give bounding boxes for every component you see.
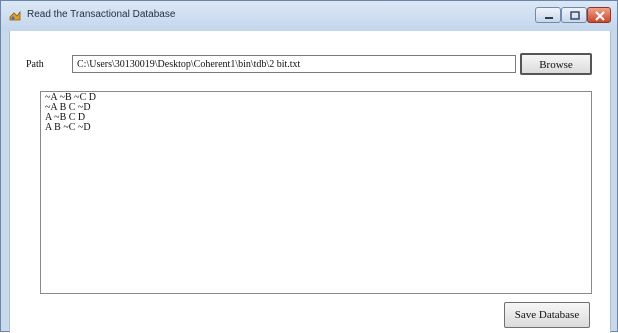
maximize-button[interactable] xyxy=(561,7,587,23)
path-label: Path xyxy=(26,59,44,70)
maximize-icon xyxy=(570,11,580,20)
app-window: Read the Transactional Database Path Bro… xyxy=(0,0,618,333)
data-line: A ~B C D xyxy=(45,112,86,123)
close-button[interactable] xyxy=(587,7,611,23)
close-icon xyxy=(595,11,605,21)
path-input[interactable] xyxy=(72,55,516,73)
form-client-area: Path Browse ~A ~B ~C D ~A B C ~D A ~B C … xyxy=(9,31,611,333)
app-icon xyxy=(9,9,21,21)
browse-button[interactable]: Browse xyxy=(520,53,592,75)
data-line: A B ~C ~D xyxy=(45,122,91,133)
data-line: ~A B C ~D xyxy=(45,102,91,113)
data-line: ~A ~B ~C D xyxy=(45,92,96,103)
transaction-data-textarea[interactable]: ~A ~B ~C D ~A B C ~D A ~B C D A B ~C ~D xyxy=(40,91,592,294)
save-database-button[interactable]: Save Database xyxy=(504,302,590,328)
minimize-button[interactable] xyxy=(535,7,561,23)
minimize-icon xyxy=(545,17,553,19)
title-bar[interactable]: Read the Transactional Database xyxy=(1,1,617,31)
window-title: Read the Transactional Database xyxy=(27,9,176,20)
